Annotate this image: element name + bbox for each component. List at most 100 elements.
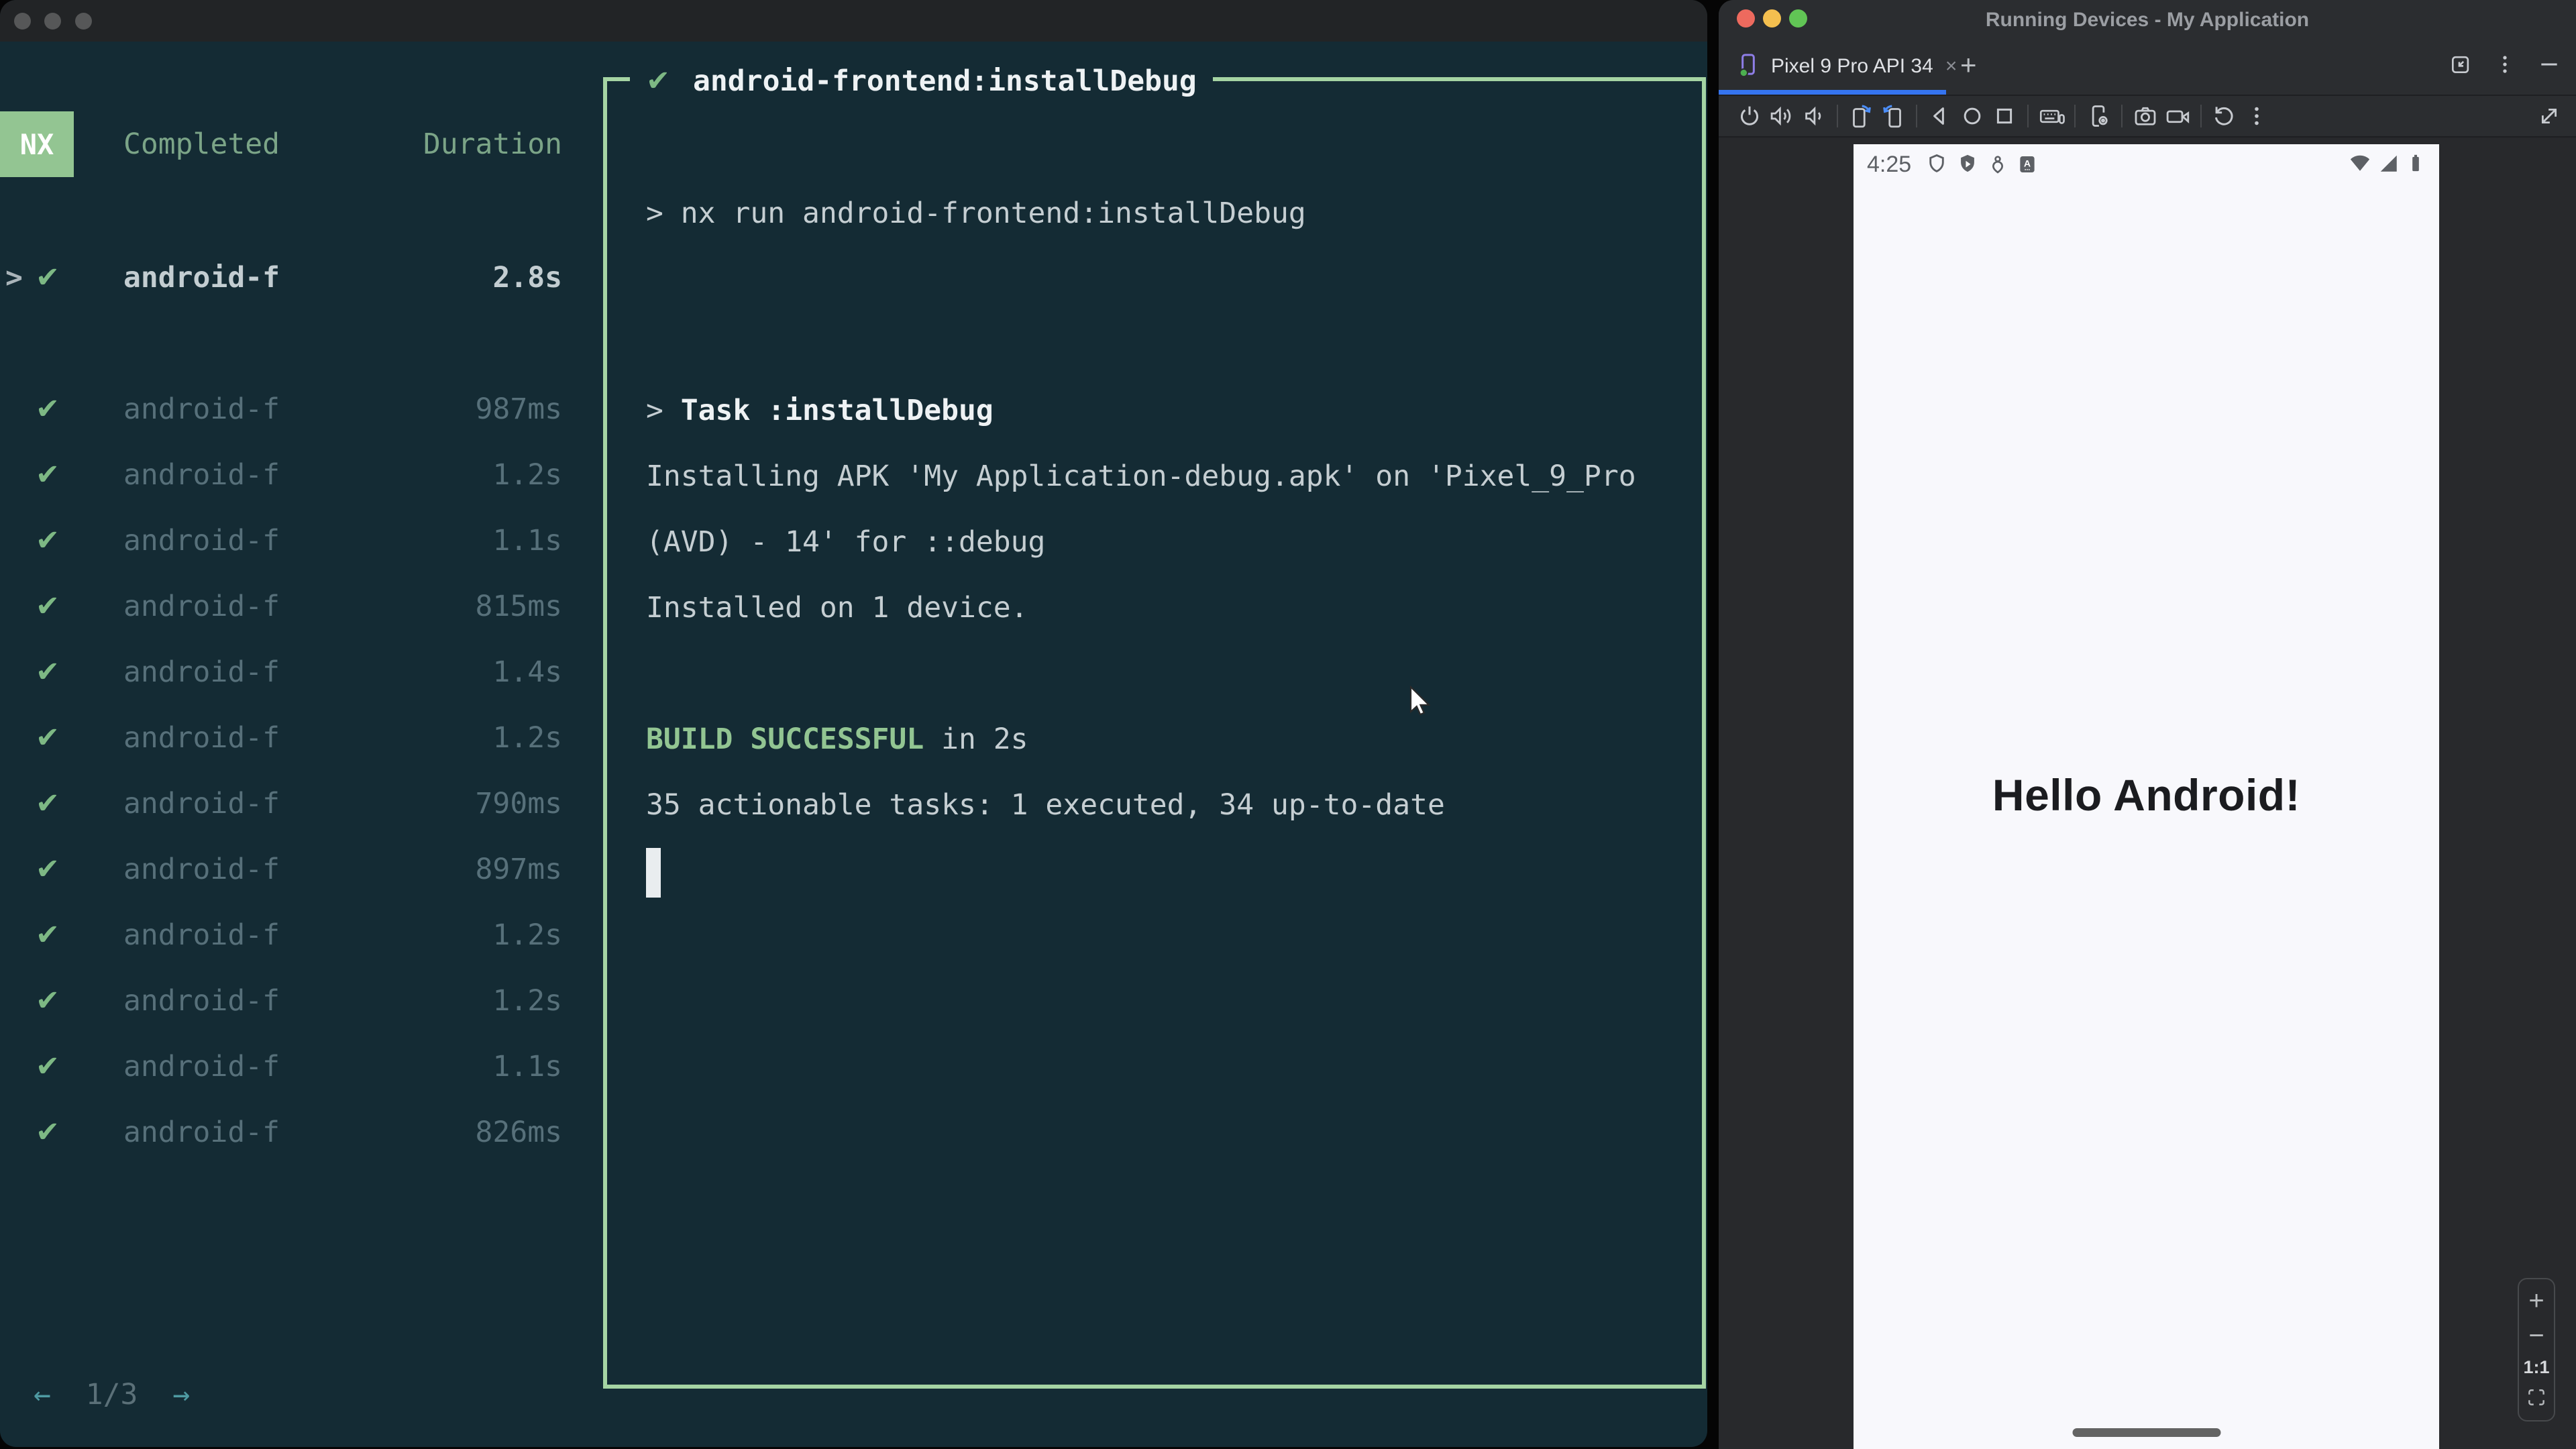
rotate-right-icon[interactable] — [1878, 101, 1908, 131]
check-icon: ✔ — [36, 787, 60, 820]
page-indicator: 1/3 — [85, 1378, 138, 1411]
task-name: android-f — [123, 853, 280, 886]
more-options-icon[interactable] — [2242, 101, 2271, 131]
column-header-duration: Duration — [423, 127, 562, 161]
screen-record-icon[interactable] — [2163, 101, 2192, 131]
device-screen[interactable]: 4:25 A Hello Android! — [1854, 144, 2439, 1449]
rotate-left-icon[interactable] — [1846, 101, 1876, 131]
task-row[interactable]: ✔ android-f 1.2s — [0, 902, 562, 968]
tab-pixel-9-pro[interactable]: Pixel 9 Pro API 34 × — [1719, 38, 1957, 95]
task-duration: 826ms — [475, 1116, 562, 1149]
task-duration: 1.1s — [492, 1050, 562, 1083]
restart-icon[interactable] — [2210, 101, 2239, 131]
task-header: Task :installDebug — [680, 394, 994, 427]
device-settings-icon[interactable] — [2084, 101, 2113, 131]
task-name: android-f — [123, 721, 280, 755]
emulator-toolbar — [1719, 96, 2576, 138]
task-duration: 2.8s — [492, 261, 562, 294]
svg-text:A: A — [2024, 159, 2031, 170]
studio-titlebar[interactable]: Running Devices - My Application — [1719, 0, 2576, 38]
task-row-selected[interactable]: > ✔ android-f 2.8s — [0, 245, 562, 311]
task-duration: 987ms — [475, 392, 562, 426]
status-bar: 4:25 A — [1867, 148, 2427, 180]
clock: 4:25 — [1867, 151, 1912, 177]
terminal-line: > Task :installDebug — [646, 394, 994, 427]
check-icon: ✔ — [646, 64, 671, 98]
location-icon — [1986, 153, 2009, 176]
task-output-panel: ✔ android-frontend:installDebug > nx run … — [603, 59, 1706, 1389]
column-header-completed: Completed — [123, 127, 280, 161]
overview-icon[interactable] — [1990, 101, 2019, 131]
terminal-line: BUILD SUCCESSFUL in 2s — [646, 722, 1028, 756]
task-name: android-f — [123, 458, 280, 492]
next-page-arrow[interactable]: → — [172, 1378, 190, 1411]
divider — [2027, 105, 2029, 127]
check-icon: ✔ — [36, 458, 60, 492]
pagination: ← 1/3 → — [34, 1362, 190, 1428]
close-window-icon[interactable] — [14, 13, 31, 30]
resize-icon[interactable] — [2534, 101, 2564, 131]
new-tab-button[interactable]: + — [1952, 38, 1985, 95]
task-duration: 1.2s — [492, 721, 562, 755]
nx-terminal-window: NX Completed Duration > ✔ android-f 2.8s… — [0, 0, 1707, 1447]
maximize-window-icon[interactable] — [75, 13, 92, 30]
task-row[interactable]: ✔ android-f 1.2s — [0, 968, 562, 1034]
keyboard-icon[interactable] — [2037, 101, 2066, 131]
task-name: android-f — [123, 918, 280, 952]
task-row[interactable]: ✔ android-f 826ms — [0, 1099, 562, 1165]
task-row[interactable]: ✔ android-f 815ms — [0, 574, 562, 639]
output-panel-title: ✔ android-frontend:installDebug — [630, 59, 1213, 103]
shield-play-icon — [1955, 152, 1980, 176]
device-phone-icon — [1735, 51, 1762, 81]
task-row[interactable]: ✔ android-f 1.2s — [0, 442, 562, 508]
check-icon: ✔ — [36, 918, 60, 952]
task-duration: 815ms — [475, 590, 562, 623]
back-icon[interactable] — [1925, 101, 1955, 131]
more-options-icon[interactable] — [2491, 51, 2518, 81]
task-name: android-f — [123, 787, 280, 820]
task-row[interactable]: ✔ android-f 1.2s — [0, 705, 562, 771]
check-icon: ✔ — [36, 853, 60, 886]
battery-icon — [2404, 152, 2427, 178]
terminal-titlebar[interactable] — [0, 0, 1707, 42]
task-name: android-f — [123, 984, 280, 1018]
task-duration: 897ms — [475, 853, 562, 886]
build-status: BUILD SUCCESSFUL — [646, 722, 924, 756]
terminal-line: (AVD) - 14' for ::debug — [646, 525, 1046, 559]
zoom-out-button[interactable]: − — [2528, 1322, 2544, 1349]
check-icon: ✔ — [36, 590, 60, 623]
actual-size-button[interactable]: 1:1 — [2523, 1357, 2549, 1378]
prev-page-arrow[interactable]: ← — [34, 1378, 51, 1411]
task-row[interactable]: ✔ android-f 790ms — [0, 771, 562, 837]
screenshot-icon[interactable] — [2131, 101, 2160, 131]
terminal-line — [646, 838, 1682, 904]
volume-up-icon[interactable] — [1767, 101, 1796, 131]
fit-to-window-icon[interactable] — [2525, 1386, 2548, 1412]
hello-android-text: Hello Android! — [1992, 770, 2301, 820]
home-icon[interactable] — [1957, 101, 1987, 131]
task-row[interactable]: ✔ android-f 897ms — [0, 837, 562, 902]
check-icon: ✔ — [36, 984, 60, 1018]
terminal-line: Installed on 1 device. — [646, 591, 1028, 625]
terminal-cursor — [646, 847, 661, 898]
terminal-output: > nx run android-frontend:installDebug >… — [646, 180, 1682, 904]
task-duration: 1.2s — [492, 918, 562, 952]
navigation-handle[interactable] — [2072, 1428, 2220, 1437]
task-row[interactable]: ✔ android-f 1.1s — [0, 508, 562, 574]
task-duration: 1.2s — [492, 458, 562, 492]
divider — [2200, 105, 2202, 127]
task-row[interactable]: ✔ android-f 987ms — [0, 376, 562, 442]
task-row[interactable]: ✔ android-f 1.4s — [0, 639, 562, 705]
terminal-line: 35 actionable tasks: 1 executed, 34 up-t… — [646, 788, 1445, 822]
zoom-in-button[interactable]: + — [2528, 1287, 2544, 1314]
task-duration: 790ms — [475, 787, 562, 820]
volume-down-icon[interactable] — [1799, 101, 1829, 131]
task-name: android-f — [123, 392, 280, 426]
task-row[interactable]: ✔ android-f 1.1s — [0, 1034, 562, 1099]
hide-panel-icon[interactable] — [2536, 51, 2563, 81]
power-icon[interactable] — [1735, 101, 1764, 131]
dock-window-icon[interactable] — [2447, 51, 2474, 81]
active-tab-indicator — [1719, 90, 1946, 95]
task-name: android-f — [123, 261, 280, 294]
minimize-window-icon[interactable] — [44, 13, 61, 30]
